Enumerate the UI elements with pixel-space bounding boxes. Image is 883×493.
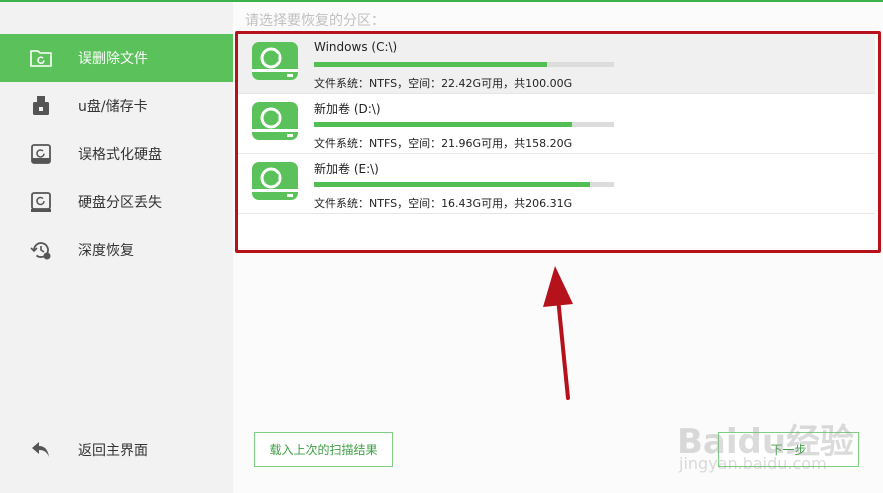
sidebar-item-deep-recovery[interactable]: 深度恢复	[0, 226, 233, 274]
usage-bar-fill	[314, 62, 547, 67]
sidebar-item-label: 误删除文件	[78, 51, 148, 67]
partition-name: Windows (C:\)	[314, 40, 398, 54]
partition-info: 文件系统：NTFS，空间：16.43G可用，共206.31G	[314, 197, 573, 210]
usage-bar-fill	[314, 122, 573, 127]
usb-drive-icon	[33, 96, 49, 115]
partition-lost-icon	[31, 192, 51, 212]
sidebar-item-label: 硬盘分区丢失	[78, 195, 162, 211]
sidebar-item-format[interactable]: 误格式化硬盘	[0, 130, 233, 178]
partition-list: Windows (C:\) 文件系统：NTFS，空间：22.42G可用，共100…	[237, 33, 875, 248]
hard-drive-icon	[252, 162, 298, 200]
select-partition-prompt: 请选择要恢复的分区：	[245, 13, 385, 29]
partition-name: 新加卷 (E:\)	[314, 162, 379, 176]
annotation-arrow	[543, 266, 573, 400]
partition-name: 新加卷 (D:\)	[314, 102, 381, 116]
partition-row-d[interactable]: 新加卷 (D:\) 文件系统：NTFS，空间：21.96G可用，共158.20G	[237, 93, 875, 154]
sidebar-item-label: 误格式化硬盘	[78, 147, 162, 163]
partition-row-c[interactable]: Windows (C:\) 文件系统：NTFS，空间：22.42G可用，共100…	[237, 33, 875, 94]
back-to-main-button[interactable]: 返回主界面	[0, 426, 233, 474]
partition-info: 文件系统：NTFS，空间：22.42G可用，共100.00G	[314, 77, 573, 90]
usage-bar	[314, 122, 614, 127]
sidebar-item-label: 深度恢复	[78, 243, 134, 259]
sidebar-item-label: u盘/储存卡	[78, 99, 148, 115]
baidu-watermark: Baidu经验 jingyan.baidu.com	[677, 412, 877, 487]
usage-bar	[314, 182, 614, 187]
partition-row-e[interactable]: 新加卷 (E:\) 文件系统：NTFS，空间：16.43G可用，共206.31G	[237, 153, 875, 214]
hard-drive-icon	[252, 102, 298, 140]
folder-recover-icon	[30, 50, 52, 67]
back-label: 返回主界面	[78, 443, 148, 459]
deep-recovery-icon	[30, 242, 51, 260]
sidebar-item-usb[interactable]: u盘/储存卡	[0, 82, 233, 130]
return-arrow-icon	[32, 442, 49, 457]
load-last-scan-button[interactable]: 载入上次的扫描结果	[254, 432, 393, 467]
hard-drive-icon	[252, 42, 298, 80]
sidebar-item-deleted-files[interactable]: 误删除文件	[0, 34, 233, 82]
sidebar-item-partition-lost[interactable]: 硬盘分区丢失	[0, 178, 233, 226]
watermark-line2: jingyan.baidu.com	[679, 454, 827, 473]
partition-info: 文件系统：NTFS，空间：21.96G可用，共158.20G	[314, 137, 573, 150]
format-disk-icon	[31, 144, 51, 164]
usage-bar	[314, 62, 614, 67]
usage-bar-fill	[314, 182, 590, 187]
sidebar: 误删除文件 u盘/储存卡 误格式化硬盘 硬盘分区丢失 深度恢复 返回主界面	[0, 2, 233, 493]
